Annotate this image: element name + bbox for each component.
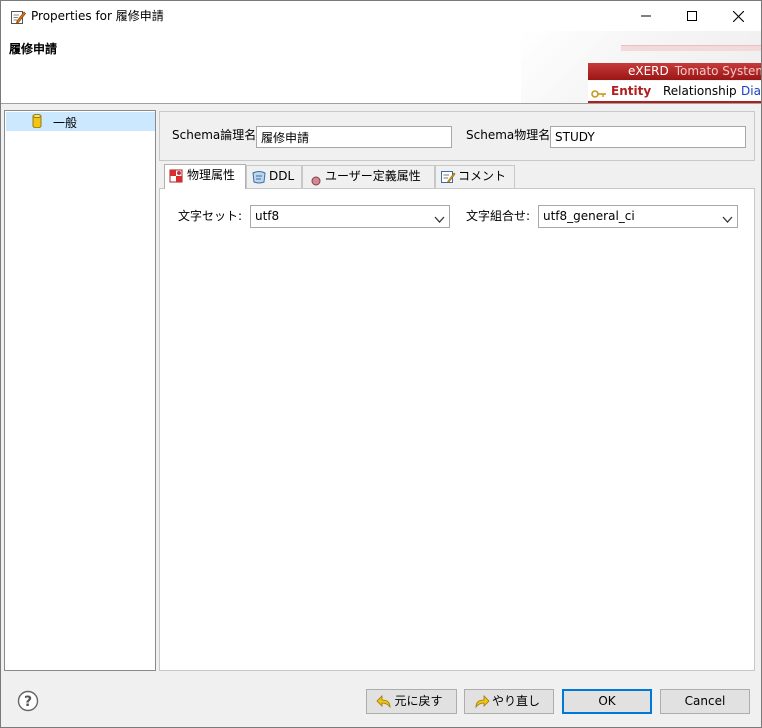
banner-tabs: Entity Relationship Diag bbox=[588, 81, 761, 103]
help-icon: ? bbox=[17, 690, 39, 712]
ok-button[interactable]: OK bbox=[562, 689, 652, 714]
help-button[interactable]: ? bbox=[17, 690, 39, 712]
maximize-icon bbox=[687, 11, 697, 21]
physical-attr-icon bbox=[169, 169, 183, 189]
schema-physical-label: Schema物理名 bbox=[466, 128, 551, 142]
close-button[interactable] bbox=[715, 1, 761, 31]
property-page-content: Schema論理名 Schema物理名 物理属性 bbox=[159, 110, 755, 671]
schema-logical-name-input[interactable] bbox=[256, 126, 452, 148]
banner-stripe bbox=[621, 45, 761, 51]
minimize-icon bbox=[641, 15, 651, 17]
edit-properties-icon bbox=[10, 9, 26, 25]
cancel-button[interactable]: Cancel bbox=[660, 689, 750, 714]
tab-user-defined-attributes[interactable]: ユーザー定義属性 bbox=[302, 165, 435, 188]
chevron-down-icon bbox=[434, 211, 445, 232]
minimize-button[interactable] bbox=[623, 1, 669, 31]
cancel-label: Cancel bbox=[684, 694, 726, 708]
window-title: Properties for 履修申請 bbox=[31, 9, 164, 23]
banner-tab-diagram: Diag bbox=[741, 84, 761, 98]
comment-icon bbox=[440, 170, 456, 190]
tab-label: ユーザー定義属性 bbox=[325, 169, 421, 183]
key-icon bbox=[591, 85, 607, 101]
property-tabs: 物理属性 DDL ユーザー定義属性 コメント bbox=[159, 164, 755, 189]
collation-select[interactable]: utf8_general_ci bbox=[538, 205, 738, 228]
banner-tab-entity: Entity bbox=[611, 84, 652, 98]
tab-label: コメント bbox=[458, 169, 507, 183]
tab-label: DDL bbox=[269, 169, 295, 183]
schema-physical-name-input[interactable] bbox=[550, 126, 746, 148]
tab-label: 物理属性 bbox=[187, 168, 236, 182]
brand-banner: eXERD Tomato System bbox=[588, 63, 761, 80]
charset-value: utf8 bbox=[255, 209, 280, 223]
tab-ddl[interactable]: DDL bbox=[246, 165, 302, 188]
close-icon bbox=[732, 10, 744, 22]
redo-button[interactable]: やり直し bbox=[464, 689, 554, 714]
physical-attributes-panel: 文字セット: utf8 文字組合せ: utf8_general_ci bbox=[159, 188, 755, 671]
tab-comment[interactable]: コメント bbox=[435, 165, 515, 188]
dialog-header: 履修申請 eXERD Tomato System Entity Relations… bbox=[1, 31, 761, 104]
redo-icon bbox=[474, 694, 490, 717]
undo-icon bbox=[376, 694, 392, 717]
ok-label: OK bbox=[598, 694, 616, 708]
schema-logical-label: Schema論理名 bbox=[172, 128, 257, 142]
dialog-heading: 履修申請 bbox=[9, 42, 58, 56]
undo-button[interactable]: 元に戻す bbox=[366, 689, 457, 714]
tree-item-general[interactable]: 一般 bbox=[6, 112, 155, 131]
collation-value: utf8_general_ci bbox=[543, 209, 635, 223]
charset-select[interactable]: utf8 bbox=[250, 205, 450, 228]
properties-dialog: Properties for 履修申請 履修申請 eXERD Tomato Sys… bbox=[0, 0, 762, 728]
tab-physical-attributes[interactable]: 物理属性 bbox=[164, 164, 246, 189]
collation-label: 文字組合せ: bbox=[466, 209, 531, 223]
svg-text:?: ? bbox=[24, 694, 32, 710]
database-icon bbox=[32, 113, 42, 131]
chevron-down-icon bbox=[722, 211, 733, 232]
schema-name-group: Schema論理名 Schema物理名 bbox=[159, 111, 755, 161]
maximize-button[interactable] bbox=[669, 1, 715, 31]
property-page-tree: 一般 bbox=[4, 110, 156, 671]
charset-label: 文字セット: bbox=[178, 209, 243, 223]
title-bar[interactable]: Properties for 履修申請 bbox=[1, 1, 761, 31]
banner-tab-relationship: Relationship bbox=[663, 84, 737, 98]
tree-item-label: 一般 bbox=[53, 116, 78, 130]
brand-name: eXERD bbox=[628, 64, 669, 78]
product-name: Tomato System bbox=[674, 64, 761, 78]
ddl-icon bbox=[251, 170, 267, 190]
